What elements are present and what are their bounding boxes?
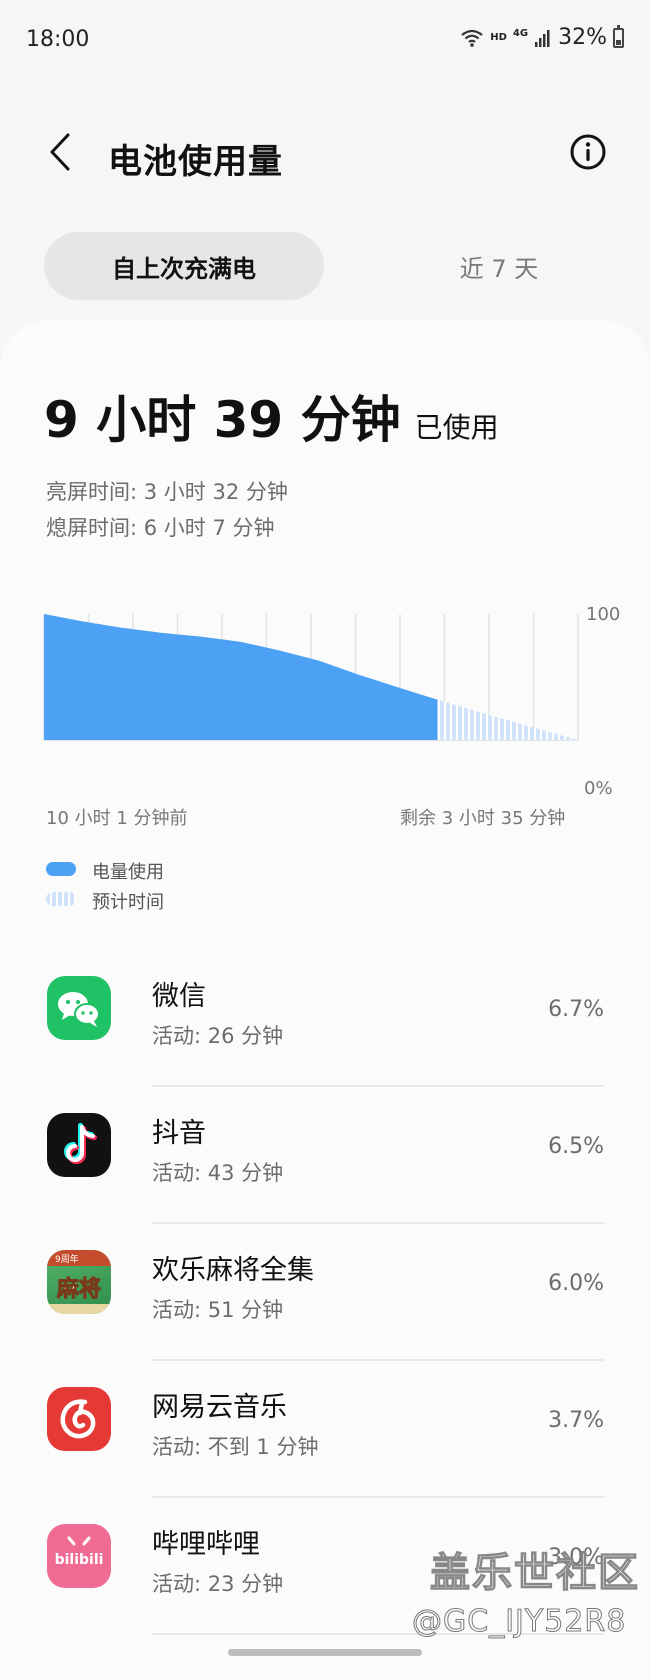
- y-axis-bottom-label: 0%: [584, 778, 613, 799]
- chevron-left-icon: [50, 133, 70, 171]
- mahjong-icon: 9周年 麻将: [47, 1250, 111, 1314]
- app-activity: 活动: 23 分钟: [152, 1572, 284, 1596]
- watermark-site: 盖乐世社区: [429, 1549, 640, 1596]
- app-row-douyin[interactable]: 抖音 活动: 43 分钟 6.5%: [0, 1087, 650, 1224]
- battery-percent: 32%: [558, 25, 607, 50]
- home-indicator[interactable]: [228, 1649, 422, 1656]
- wifi-icon: [461, 29, 483, 47]
- app-activity: 活动: 43 分钟: [152, 1161, 284, 1185]
- battery-chart: 100 0% 10 小时 1 分钟前 剩余 3 小时 35 分钟: [0, 590, 650, 830]
- signal-icon: [535, 29, 550, 47]
- app-percent: 6.0%: [548, 1271, 604, 1296]
- app-activity: 活动: 不到 1 分钟: [152, 1435, 319, 1459]
- y-axis-top-label: 100: [586, 604, 621, 625]
- app-name: 微信: [152, 981, 206, 1012]
- legend-usage-label: 电量使用: [92, 862, 164, 883]
- network-label: 4G: [512, 27, 529, 39]
- douyin-icon: [47, 1113, 111, 1177]
- app-name: 网易云音乐: [152, 1392, 287, 1423]
- projected-swatch: [46, 892, 76, 906]
- app-activity: 活动: 51 分钟: [152, 1298, 284, 1322]
- back-button[interactable]: [38, 128, 82, 176]
- tab-since-full-charge[interactable]: 自上次充满电: [44, 232, 324, 300]
- projected-area: [437, 699, 578, 740]
- bilibili-icon-text: bilibili: [55, 1552, 104, 1568]
- period-tabs: 自上次充满电 近 7 天: [44, 232, 624, 300]
- info-button[interactable]: [568, 132, 608, 172]
- app-row-wechat[interactable]: 微信 活动: 26 分钟 6.7%: [0, 950, 650, 1087]
- battery-icon: [613, 24, 624, 48]
- status-time: 18:00: [26, 27, 90, 52]
- usage-area: [44, 614, 438, 740]
- netease-music-icon: [47, 1387, 111, 1451]
- app-row-mahjong[interactable]: 9周年 麻将 欢乐麻将全集 活动: 51 分钟 6.0%: [0, 1224, 650, 1361]
- page-title: 电池使用量: [108, 142, 283, 182]
- app-activity: 活动: 26 分钟: [152, 1024, 284, 1048]
- app-name: 抖音: [152, 1118, 206, 1149]
- app-percent: 6.5%: [548, 1134, 604, 1159]
- screen-off-time: 熄屏时间: 6 小时 7 分钟: [46, 516, 275, 540]
- app-row-netease-music[interactable]: 网易云音乐 活动: 不到 1 分钟 3.7%: [0, 1361, 650, 1498]
- wechat-icon: [47, 976, 111, 1040]
- app-name: 哔哩哔哩: [152, 1529, 260, 1560]
- x-axis-start-label: 10 小时 1 分钟前: [46, 808, 188, 829]
- x-axis-end-label: 剩余 3 小时 35 分钟: [400, 808, 566, 829]
- info-icon: [570, 134, 606, 170]
- mahjong-badge-text: 9周年: [55, 1253, 79, 1265]
- battery-chart-svg: [43, 614, 579, 741]
- app-percent: 6.7%: [548, 997, 604, 1022]
- usage-total: 9 小时 39 分钟 已使用: [44, 380, 499, 452]
- status-icons: HD 4G 32%: [460, 24, 624, 50]
- app-name: 欢乐麻将全集: [152, 1255, 314, 1286]
- mahjong-icon-text: 麻将: [56, 1276, 101, 1302]
- legend-projected-label: 预计时间: [92, 892, 164, 913]
- screen-on-time: 亮屏时间: 3 小时 32 分钟: [46, 480, 288, 504]
- usage-duration: 9 小时 39 分钟: [44, 391, 401, 449]
- hd-label: HD: [490, 31, 507, 43]
- status-bar: 18:00 HD 4G 32%: [0, 0, 650, 80]
- header: 电池使用量: [0, 120, 650, 190]
- app-percent: 3.7%: [548, 1408, 604, 1433]
- bilibili-icon: bilibili: [47, 1524, 111, 1588]
- usage-suffix: 已使用: [414, 411, 499, 444]
- watermark-user: @GC_IJY52R8: [411, 1604, 627, 1640]
- usage-swatch: [46, 862, 76, 876]
- tab-last-7-days[interactable]: 近 7 天: [374, 232, 624, 300]
